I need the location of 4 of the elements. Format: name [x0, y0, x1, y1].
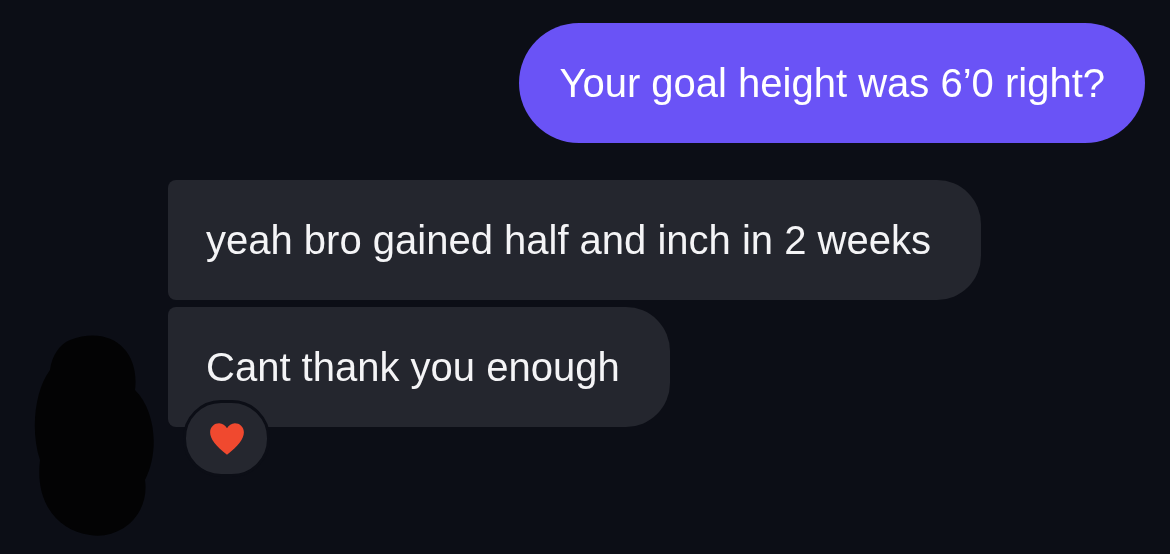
incoming-message: yeah bro gained half and inch in 2 weeks [168, 180, 981, 300]
outgoing-message: Your goal height was 6’0 right? [519, 23, 1145, 143]
incoming-message: Cant thank you enough [168, 307, 670, 427]
heart-icon [208, 421, 245, 456]
